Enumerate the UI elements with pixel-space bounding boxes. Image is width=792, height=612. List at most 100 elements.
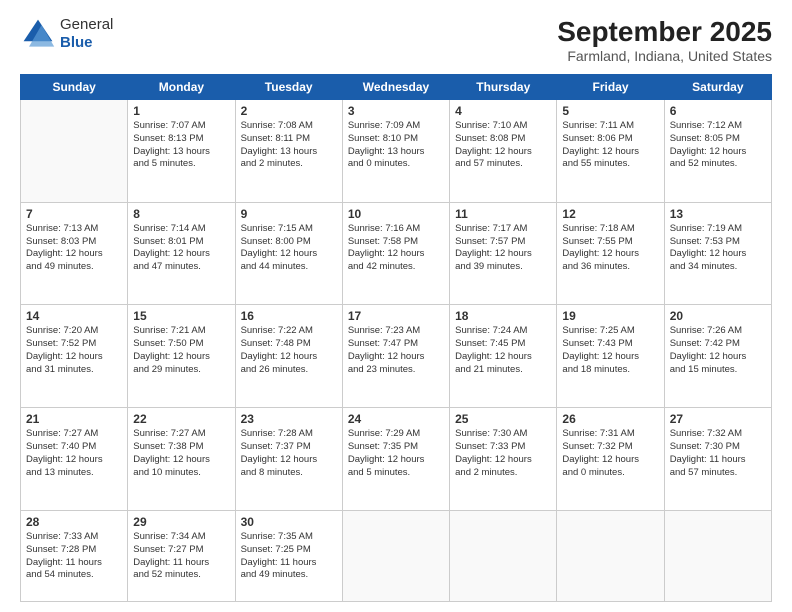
calendar-cell: 29 Sunrise: 7:34 AMSunset: 7:27 PMDayligh… xyxy=(128,510,235,601)
day-number: 10 xyxy=(348,207,444,221)
cell-content: Sunrise: 7:29 AMSunset: 7:35 PMDaylight:… xyxy=(348,428,444,479)
calendar-cell: 17 Sunrise: 7:23 AMSunset: 7:47 PMDayligh… xyxy=(342,305,449,408)
logo-icon xyxy=(20,16,56,52)
day-number: 6 xyxy=(670,104,766,118)
header: General Blue September 2025 Farmland, In… xyxy=(20,16,772,64)
calendar-cell: 20 Sunrise: 7:26 AMSunset: 7:42 PMDayligh… xyxy=(664,305,771,408)
calendar-cell xyxy=(342,510,449,601)
day-number: 17 xyxy=(348,309,444,323)
cell-content: Sunrise: 7:30 AMSunset: 7:33 PMDaylight:… xyxy=(455,428,551,479)
col-header-wednesday: Wednesday xyxy=(342,75,449,100)
cell-content: Sunrise: 7:33 AMSunset: 7:28 PMDaylight:… xyxy=(26,531,122,582)
calendar-cell: 5 Sunrise: 7:11 AMSunset: 8:06 PMDaylight… xyxy=(557,100,664,203)
cell-content: Sunrise: 7:35 AMSunset: 7:25 PMDaylight:… xyxy=(241,531,337,582)
day-number: 5 xyxy=(562,104,658,118)
calendar-cell: 11 Sunrise: 7:17 AMSunset: 7:57 PMDayligh… xyxy=(450,202,557,305)
calendar-cell: 8 Sunrise: 7:14 AMSunset: 8:01 PMDaylight… xyxy=(128,202,235,305)
day-number: 9 xyxy=(241,207,337,221)
day-number: 13 xyxy=(670,207,766,221)
week-row-2: 7Sunrise: 7:13 AMSunset: 8:03 PMDaylight… xyxy=(21,202,772,305)
cell-content: Sunrise: 7:10 AMSunset: 8:08 PMDaylight:… xyxy=(455,120,551,171)
calendar-cell: 25 Sunrise: 7:30 AMSunset: 7:33 PMDayligh… xyxy=(450,408,557,511)
calendar-cell: 23Sunrise: 7:28 AMSunset: 7:37 PMDayligh… xyxy=(235,408,342,511)
cell-content: Sunrise: 7:20 AMSunset: 7:52 PMDaylight:… xyxy=(26,325,122,376)
calendar-cell xyxy=(664,510,771,601)
calendar-subtitle: Farmland, Indiana, United States xyxy=(557,48,772,64)
day-number: 25 xyxy=(455,412,551,426)
day-number: 22 xyxy=(133,412,229,426)
day-number: 12 xyxy=(562,207,658,221)
day-number: 1 xyxy=(133,104,229,118)
col-header-sunday: Sunday xyxy=(21,75,128,100)
cell-content: Sunrise: 7:24 AMSunset: 7:45 PMDaylight:… xyxy=(455,325,551,376)
cell-content: Sunrise: 7:13 AMSunset: 8:03 PMDaylight:… xyxy=(26,223,122,274)
day-number: 14 xyxy=(26,309,122,323)
col-header-friday: Friday xyxy=(557,75,664,100)
week-row-5: 28Sunrise: 7:33 AMSunset: 7:28 PMDayligh… xyxy=(21,510,772,601)
col-header-tuesday: Tuesday xyxy=(235,75,342,100)
calendar-table: SundayMondayTuesdayWednesdayThursdayFrid… xyxy=(20,74,772,602)
calendar-cell: 7Sunrise: 7:13 AMSunset: 8:03 PMDaylight… xyxy=(21,202,128,305)
day-number: 11 xyxy=(455,207,551,221)
logo-blue: Blue xyxy=(60,34,113,52)
col-header-thursday: Thursday xyxy=(450,75,557,100)
cell-content: Sunrise: 7:21 AMSunset: 7:50 PMDaylight:… xyxy=(133,325,229,376)
cell-content: Sunrise: 7:27 AMSunset: 7:38 PMDaylight:… xyxy=(133,428,229,479)
calendar-cell xyxy=(21,100,128,203)
cell-content: Sunrise: 7:15 AMSunset: 8:00 PMDaylight:… xyxy=(241,223,337,274)
cell-content: Sunrise: 7:22 AMSunset: 7:48 PMDaylight:… xyxy=(241,325,337,376)
day-number: 3 xyxy=(348,104,444,118)
cell-content: Sunrise: 7:25 AMSunset: 7:43 PMDaylight:… xyxy=(562,325,658,376)
col-header-monday: Monday xyxy=(128,75,235,100)
calendar-cell: 1Sunrise: 7:07 AMSunset: 8:13 PMDaylight… xyxy=(128,100,235,203)
day-number: 27 xyxy=(670,412,766,426)
cell-content: Sunrise: 7:23 AMSunset: 7:47 PMDaylight:… xyxy=(348,325,444,376)
cell-content: Sunrise: 7:17 AMSunset: 7:57 PMDaylight:… xyxy=(455,223,551,274)
calendar-cell: 27Sunrise: 7:32 AMSunset: 7:30 PMDayligh… xyxy=(664,408,771,511)
day-number: 8 xyxy=(133,207,229,221)
cell-content: Sunrise: 7:19 AMSunset: 7:53 PMDaylight:… xyxy=(670,223,766,274)
logo-general: General xyxy=(60,16,113,34)
calendar-cell: 3 Sunrise: 7:09 AMSunset: 8:10 PMDaylight… xyxy=(342,100,449,203)
title-block: September 2025 Farmland, Indiana, United… xyxy=(557,16,772,64)
cell-content: Sunrise: 7:31 AMSunset: 7:32 PMDaylight:… xyxy=(562,428,658,479)
cell-content: Sunrise: 7:11 AMSunset: 8:06 PMDaylight:… xyxy=(562,120,658,171)
page: General Blue September 2025 Farmland, In… xyxy=(0,0,792,612)
day-number: 18 xyxy=(455,309,551,323)
day-number: 15 xyxy=(133,309,229,323)
calendar-cell: 18 Sunrise: 7:24 AMSunset: 7:45 PMDayligh… xyxy=(450,305,557,408)
day-number: 30 xyxy=(241,515,337,529)
calendar-cell: 19Sunrise: 7:25 AMSunset: 7:43 PMDayligh… xyxy=(557,305,664,408)
calendar-cell: 16 Sunrise: 7:22 AMSunset: 7:48 PMDayligh… xyxy=(235,305,342,408)
cell-content: Sunrise: 7:34 AMSunset: 7:27 PMDaylight:… xyxy=(133,531,229,582)
calendar-cell: 21 Sunrise: 7:27 AMSunset: 7:40 PMDayligh… xyxy=(21,408,128,511)
day-number: 4 xyxy=(455,104,551,118)
day-number: 29 xyxy=(133,515,229,529)
calendar-cell: 28Sunrise: 7:33 AMSunset: 7:28 PMDayligh… xyxy=(21,510,128,601)
calendar-cell xyxy=(557,510,664,601)
calendar-cell: 15 Sunrise: 7:21 AMSunset: 7:50 PMDayligh… xyxy=(128,305,235,408)
cell-content: Sunrise: 7:28 AMSunset: 7:37 PMDaylight:… xyxy=(241,428,337,479)
cell-content: Sunrise: 7:18 AMSunset: 7:55 PMDaylight:… xyxy=(562,223,658,274)
week-row-3: 14 Sunrise: 7:20 AMSunset: 7:52 PMDayligh… xyxy=(21,305,772,408)
calendar-cell: 14 Sunrise: 7:20 AMSunset: 7:52 PMDayligh… xyxy=(21,305,128,408)
header-row: SundayMondayTuesdayWednesdayThursdayFrid… xyxy=(21,75,772,100)
day-number: 2 xyxy=(241,104,337,118)
calendar-cell: 9 Sunrise: 7:15 AMSunset: 8:00 PMDaylight… xyxy=(235,202,342,305)
calendar-cell: 13 Sunrise: 7:19 AMSunset: 7:53 PMDayligh… xyxy=(664,202,771,305)
day-number: 20 xyxy=(670,309,766,323)
calendar-cell: 26Sunrise: 7:31 AMSunset: 7:32 PMDayligh… xyxy=(557,408,664,511)
cell-content: Sunrise: 7:09 AMSunset: 8:10 PMDaylight:… xyxy=(348,120,444,171)
day-number: 24 xyxy=(348,412,444,426)
calendar-cell: 10Sunrise: 7:16 AMSunset: 7:58 PMDayligh… xyxy=(342,202,449,305)
cell-content: Sunrise: 7:14 AMSunset: 8:01 PMDaylight:… xyxy=(133,223,229,274)
calendar-cell xyxy=(450,510,557,601)
cell-content: Sunrise: 7:27 AMSunset: 7:40 PMDaylight:… xyxy=(26,428,122,479)
week-row-4: 21 Sunrise: 7:27 AMSunset: 7:40 PMDayligh… xyxy=(21,408,772,511)
cell-content: Sunrise: 7:26 AMSunset: 7:42 PMDaylight:… xyxy=(670,325,766,376)
day-number: 21 xyxy=(26,412,122,426)
day-number: 16 xyxy=(241,309,337,323)
calendar-cell: 30 Sunrise: 7:35 AMSunset: 7:25 PMDayligh… xyxy=(235,510,342,601)
cell-content: Sunrise: 7:08 AMSunset: 8:11 PMDaylight:… xyxy=(241,120,337,171)
cell-content: Sunrise: 7:12 AMSunset: 8:05 PMDaylight:… xyxy=(670,120,766,171)
